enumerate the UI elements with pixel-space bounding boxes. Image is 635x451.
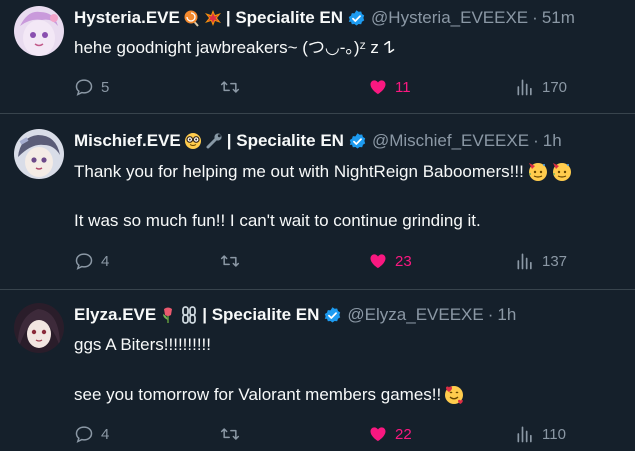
verified-badge-icon <box>348 132 367 151</box>
display-name[interactable]: Elyza.EVE <box>74 305 156 325</box>
tweet-header: Elyza.EVE | Specialite EN @Elyza_EVEEXE … <box>74 304 629 326</box>
smiling-face-with-hearts-icon <box>443 383 465 405</box>
heart-icon <box>370 427 386 442</box>
tweet-line: ggs A Biters!!!!!!!!!! <box>74 335 212 354</box>
affiliation: | Specialite EN <box>226 131 344 150</box>
tweet-text: hehe goodnight jawbreakers~ (つ◡-。)ᶻ z 𐰁 <box>74 37 627 59</box>
handle[interactable]: @Hysteria_EVEEXE <box>371 8 528 28</box>
like-count: 11 <box>395 78 411 96</box>
view-count: 137 <box>542 252 568 270</box>
tweet-header: Mischief.EVE | Specialite EN @Mischief_E… <box>74 130 629 152</box>
collision-icon <box>204 9 222 27</box>
retweet-icon <box>220 428 240 440</box>
reply-icon <box>75 79 93 96</box>
tweet[interactable]: Hysteria.EVE | Specialite EN @Hysteria_E… <box>0 0 635 114</box>
like-button[interactable]: 11 <box>368 77 411 97</box>
tweet-line: hehe goodnight jawbreakers~ (つ◡-。)ᶻ z 𐰁 <box>74 38 395 57</box>
reply-icon <box>75 426 93 443</box>
nerd-face-icon <box>184 132 202 150</box>
retweet-button[interactable] <box>220 424 247 444</box>
reply-button[interactable]: 4 <box>74 424 109 444</box>
heart-icon <box>370 80 386 95</box>
tweet-line: Thank you for helping me out with NightR… <box>74 162 524 181</box>
handle[interactable]: @Mischief_EVEEXE <box>372 131 529 151</box>
reply-icon <box>75 253 93 270</box>
action-bar: 5 11 170 <box>74 77 634 97</box>
views-icon <box>517 253 532 270</box>
like-count: 23 <box>395 252 412 270</box>
reply-count: 4 <box>101 425 110 443</box>
verified-badge-icon <box>323 306 342 325</box>
timestamp[interactable]: 1h <box>497 305 516 325</box>
affiliation: | Specialite EN <box>202 305 320 324</box>
timestamp[interactable]: 51m <box>542 8 575 28</box>
views-button[interactable]: 110 <box>515 424 566 444</box>
views-icon <box>517 79 532 96</box>
views-button[interactable]: 170 <box>515 77 567 97</box>
affiliation: | Specialite EN <box>225 8 344 27</box>
chains-icon <box>180 306 198 324</box>
separator: · <box>533 131 539 150</box>
separator: · <box>487 305 494 324</box>
view-count: 110 <box>542 425 566 443</box>
retweet-icon <box>220 255 240 267</box>
lollipop-icon <box>183 9 201 27</box>
like-button[interactable]: 22 <box>368 424 412 444</box>
tweet-line-container: see you tomorrow for Valorant members ga… <box>74 383 627 406</box>
wrench-icon <box>205 132 223 150</box>
display-name[interactable]: Mischief.EVE <box>74 131 181 151</box>
partying-face-icon <box>526 160 548 182</box>
tweet-text: Thank you for helping me out with NightR… <box>74 160 627 232</box>
verified-badge-icon <box>347 9 366 28</box>
avatar[interactable] <box>14 129 64 179</box>
handle[interactable]: @Elyza_EVEEXE <box>347 305 483 325</box>
timeline-feed: Hysteria.EVE | Specialite EN @Hysteria_E… <box>0 0 635 451</box>
views-icon <box>517 426 532 443</box>
tweet[interactable]: Mischief.EVE | Specialite EN @Mischief_E… <box>0 123 635 290</box>
action-bar: 4 23 137 <box>74 251 634 271</box>
tweet-line-container: Thank you for helping me out with NightR… <box>74 160 627 183</box>
reply-button[interactable]: 5 <box>74 77 109 97</box>
timestamp[interactable]: 1h <box>543 131 562 151</box>
retweet-button[interactable] <box>220 251 247 271</box>
heart-icon <box>370 254 386 269</box>
views-button[interactable]: 137 <box>515 251 567 271</box>
tweet-line: see you tomorrow for Valorant members ga… <box>74 385 442 404</box>
reply-count: 5 <box>101 78 110 96</box>
view-count: 170 <box>542 78 568 96</box>
tweet-header: Hysteria.EVE | Specialite EN @Hysteria_E… <box>74 7 629 29</box>
display-name[interactable]: Hysteria.EVE <box>74 8 180 28</box>
tweet-line: It was so much fun!! I can't wait to con… <box>74 211 481 230</box>
retweet-icon <box>220 81 240 93</box>
like-count: 22 <box>395 425 412 443</box>
avatar[interactable] <box>14 6 64 56</box>
tweet-text: ggs A Biters!!!!!!!!!! see you tomorrow … <box>74 334 627 406</box>
retweet-button[interactable] <box>220 77 247 97</box>
tweet[interactable]: Elyza.EVE | Specialite EN @Elyza_EVEEXE … <box>0 297 635 451</box>
like-button[interactable]: 23 <box>368 251 412 271</box>
action-bar: 4 22 110 <box>74 424 634 444</box>
partying-face-icon <box>550 160 572 182</box>
reply-button[interactable]: 4 <box>74 251 109 271</box>
tulip-icon <box>159 306 177 324</box>
separator: · <box>532 8 538 27</box>
reply-count: 4 <box>101 252 110 270</box>
avatar[interactable] <box>14 303 64 353</box>
